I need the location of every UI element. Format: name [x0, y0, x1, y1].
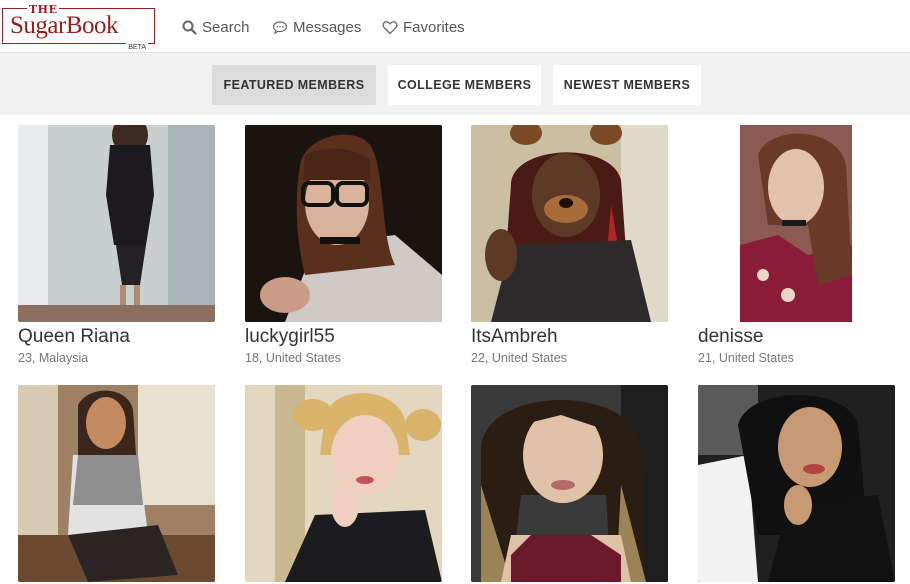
- member-meta: 21, United States: [698, 351, 794, 365]
- photo-illustration: [18, 385, 215, 582]
- member-photo[interactable]: [245, 125, 442, 322]
- member-photo[interactable]: [698, 385, 895, 582]
- member-name[interactable]: luckygirl55: [245, 326, 335, 348]
- chat-bubble-icon: [272, 20, 288, 34]
- heart-icon: [382, 20, 398, 34]
- member-filter-bar: FEATURED MEMBERS COLLEGE MEMBERS NEWEST …: [0, 53, 910, 115]
- member-meta: 23, Malaysia: [18, 351, 89, 365]
- nav-search-label: Search: [202, 18, 250, 36]
- member-meta: 18, United States: [245, 351, 341, 365]
- photo-illustration: [245, 385, 442, 582]
- member-name[interactable]: denisse: [698, 326, 764, 348]
- nav-messages-label: Messages: [293, 18, 362, 36]
- member-photo[interactable]: [18, 125, 215, 322]
- photo-illustration: [18, 125, 215, 322]
- member-photo[interactable]: [18, 385, 215, 582]
- photo-illustration: [698, 385, 895, 582]
- sugarbook-logo[interactable]: THE SugarBook BETA: [2, 4, 155, 52]
- tab-college-members[interactable]: COLLEGE MEMBERS: [388, 65, 541, 105]
- photo-illustration: [698, 125, 895, 322]
- search-icon: [182, 20, 197, 35]
- member-meta: 22, United States: [471, 351, 567, 365]
- member-name[interactable]: ItsAmbreh: [471, 326, 558, 348]
- nav-messages[interactable]: Messages: [272, 17, 361, 37]
- member-name[interactable]: Queen Riana: [18, 326, 130, 348]
- member-photo[interactable]: [471, 125, 668, 322]
- member-photo[interactable]: [471, 385, 668, 582]
- photo-illustration: [471, 385, 668, 582]
- photo-illustration: [471, 125, 668, 322]
- nav-favorites[interactable]: Favorites: [382, 17, 465, 37]
- nav-favorites-label: Favorites: [403, 18, 465, 36]
- logo-beta: BETA: [126, 43, 148, 52]
- top-bar: THE SugarBook BETA Search Messages Favor…: [0, 0, 910, 53]
- member-photo[interactable]: [698, 125, 895, 322]
- tab-newest-members[interactable]: NEWEST MEMBERS: [553, 65, 701, 105]
- member-photo[interactable]: [245, 385, 442, 582]
- logo-wordmark: SugarBook: [10, 12, 119, 39]
- tab-featured-members[interactable]: FEATURED MEMBERS: [212, 65, 376, 105]
- photo-illustration: [245, 125, 442, 322]
- nav-search[interactable]: Search: [182, 17, 250, 37]
